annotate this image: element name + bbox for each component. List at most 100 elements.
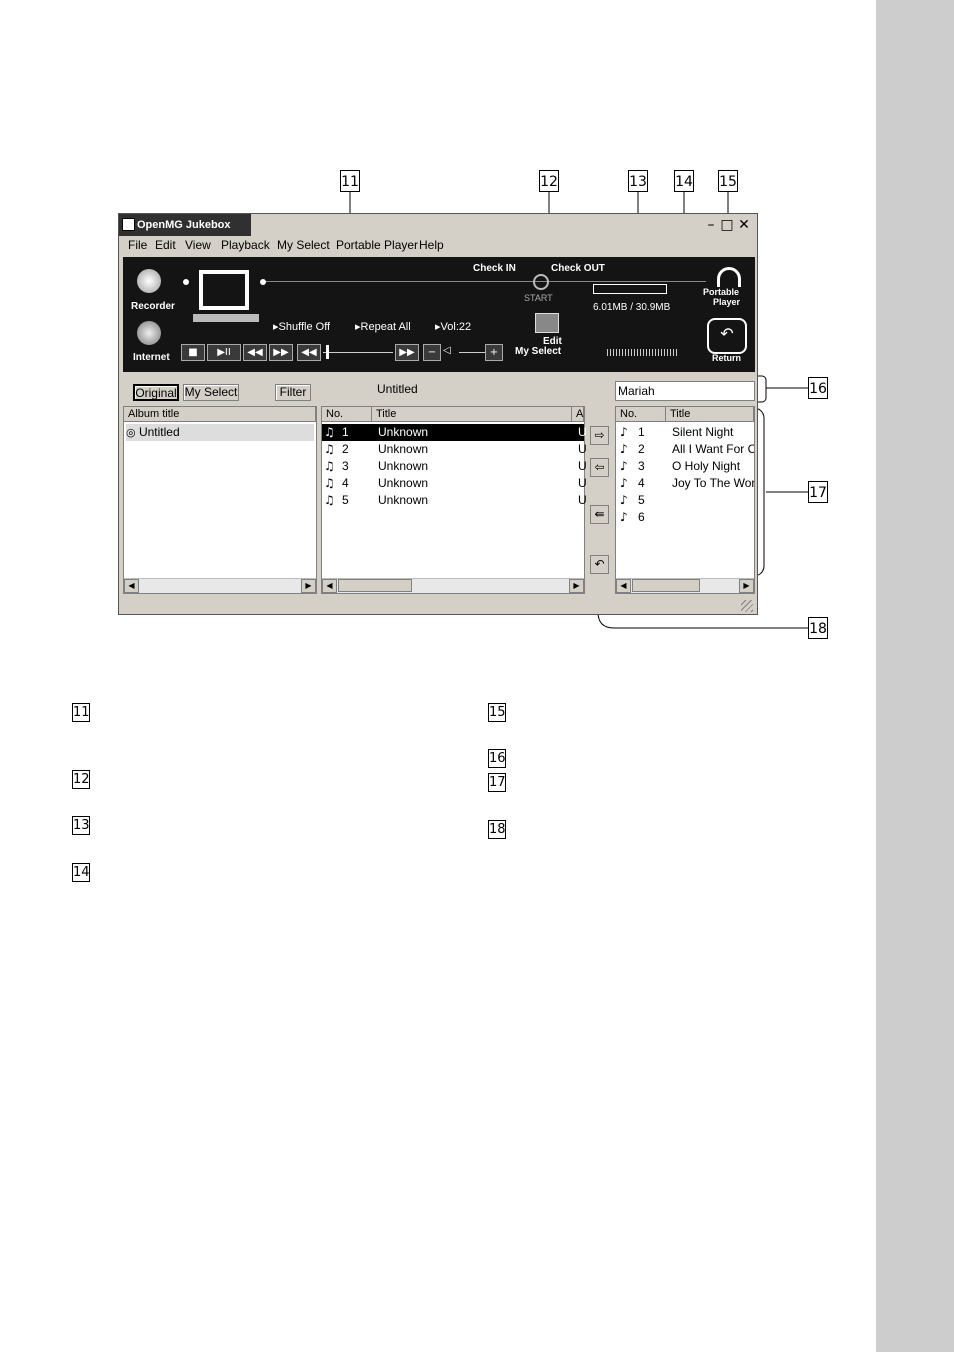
close-button[interactable]: ✕ (736, 217, 752, 233)
list-item[interactable]: ♪ 2 All I Want For C.. (616, 441, 754, 458)
legend-16: 16 (488, 749, 506, 768)
table-row[interactable]: ♫ 4 Unknown U (322, 475, 587, 492)
minimize-button[interactable]: – (703, 217, 719, 233)
menu-view[interactable]: View (185, 238, 211, 252)
portable-no-header[interactable]: No. (616, 407, 666, 422)
album-horizontal-scrollbar[interactable]: ◀ ▶ (124, 578, 316, 593)
quarter-note-icon: ♪ (620, 459, 628, 473)
return-button[interactable]: ↶ (707, 318, 747, 354)
portable-list-panel: No. Title ♪ 1 Silent Night ♪ 2 All I Wan… (615, 406, 755, 594)
menu-playback[interactable]: Playback (221, 238, 270, 252)
menu-my-select[interactable]: My Select (277, 238, 330, 252)
menu-portable-player[interactable]: Portable Player (336, 238, 418, 252)
list-item[interactable]: ♪ 3 O Holy Night (616, 458, 754, 475)
track-title-header[interactable]: Title (372, 407, 572, 422)
previous-track-button[interactable]: ◀◀ (243, 344, 267, 361)
list-item[interactable]: ♪ 5 (616, 492, 754, 509)
volume-slider[interactable] (459, 352, 485, 353)
scroll-left-icon[interactable]: ◀ (124, 579, 139, 593)
track-title: Unknown (378, 476, 429, 490)
internet-globe-icon[interactable] (137, 321, 161, 345)
volume-up-button[interactable]: + (485, 344, 503, 361)
filter-button[interactable]: Filter (275, 384, 311, 401)
list-item[interactable]: ♪ 1 Silent Night (616, 424, 754, 441)
next-track-button[interactable]: ▶▶ (269, 344, 293, 361)
track-artist: U (578, 459, 587, 473)
stop-button[interactable]: ■ (181, 344, 205, 361)
track-artist-header[interactable]: A (572, 407, 584, 422)
rewind-button[interactable]: ◀◀ (297, 344, 321, 361)
portable-title: Silent Night (672, 425, 734, 439)
legend-11: 11 (72, 703, 90, 722)
check-out-button[interactable]: Check OUT (551, 263, 605, 274)
scroll-left-icon[interactable]: ◀ (322, 579, 337, 593)
player-panel: Recorder Internet Check IN Check OUT STA… (123, 257, 755, 372)
seek-slider[interactable] (323, 352, 393, 353)
repeat-label: Repeat All (360, 321, 411, 333)
portable-title-header[interactable]: Title (666, 407, 754, 422)
track-no-header[interactable]: No. (322, 407, 372, 422)
quarter-note-icon: ♪ (620, 493, 628, 507)
track-horizontal-scrollbar[interactable]: ◀ ▶ (322, 578, 584, 593)
scroll-right-icon[interactable]: ▶ (739, 579, 754, 593)
scroll-thumb[interactable] (632, 579, 700, 592)
level-meter (607, 349, 679, 356)
table-row[interactable]: ♫ 3 Unknown U (322, 458, 587, 475)
maximize-button[interactable]: □ (719, 217, 735, 233)
monitor-icon (199, 270, 249, 310)
my-select-tab[interactable]: My Select (183, 384, 239, 401)
fast-forward-button[interactable]: ▶▶ (395, 344, 419, 361)
portable-device-name-field[interactable]: Mariah (615, 381, 755, 401)
album-title-header[interactable]: Album title (124, 407, 316, 422)
track-artist: U (578, 442, 587, 456)
volume-label: Vol:22 (440, 321, 472, 333)
album-list-item[interactable]: ◎ Untitled (126, 424, 314, 441)
window-title: OpenMG Jukebox (137, 219, 231, 231)
portable-horizontal-scrollbar[interactable]: ◀ ▶ (616, 578, 754, 593)
start-button[interactable] (533, 274, 549, 290)
play-pause-button[interactable]: ▶II (207, 344, 241, 361)
repeat-toggle[interactable]: ▸Repeat All (355, 320, 411, 333)
transfer-line (266, 281, 706, 282)
portable-label-line1: Portable (703, 287, 740, 297)
track-no: 4 (342, 476, 349, 490)
quarter-note-icon: ♪ (620, 425, 628, 439)
menu-file[interactable]: File (128, 238, 147, 252)
transfer-left-arrow-icon[interactable]: ⇦ (590, 458, 609, 477)
table-row[interactable]: ♫ 2 Unknown U (322, 441, 587, 458)
transfer-right-arrow-icon[interactable]: ⇨ (590, 426, 609, 445)
transfer-all-left-arrow-icon[interactable]: ⇚ (590, 505, 609, 524)
callout-11: 11 (340, 170, 360, 192)
original-tab[interactable]: Original (133, 384, 179, 401)
portable-no: 2 (638, 442, 645, 456)
menu-help[interactable]: Help (419, 238, 444, 252)
scroll-right-icon[interactable]: ▶ (569, 579, 584, 593)
seek-slider-thumb[interactable] (326, 345, 329, 359)
scroll-thumb[interactable] (338, 579, 412, 592)
list-item[interactable]: ♪ 6 (616, 509, 754, 526)
volume-down-button[interactable]: − (423, 344, 441, 361)
title-bar[interactable]: OpenMG Jukebox – □ ✕ (119, 214, 757, 236)
resize-grip-icon[interactable] (741, 600, 753, 612)
scroll-left-icon[interactable]: ◀ (616, 579, 631, 593)
callout-12: 12 (539, 170, 559, 192)
check-in-button[interactable]: Check IN (473, 263, 516, 274)
headphones-icon[interactable] (717, 267, 741, 287)
portable-title: Joy To The Worl (672, 476, 754, 490)
menu-edit[interactable]: Edit (155, 238, 176, 252)
recorder-label: Recorder (131, 301, 175, 312)
app-grid-icon (122, 218, 135, 231)
my-select-box-icon[interactable] (535, 313, 559, 333)
table-row[interactable]: ♫ 5 Unknown U (322, 492, 587, 509)
edit-my-select-line2[interactable]: My Select (515, 346, 561, 357)
shuffle-toggle[interactable]: ▸Shuffle Off (273, 320, 330, 333)
transfer-button-column: ⇨ ⇦ ⇚ ↶ (587, 420, 613, 590)
recorder-disc-icon[interactable] (137, 269, 161, 293)
undo-icon[interactable]: ↶ (590, 555, 609, 574)
music-note-icon: ♫ (324, 442, 335, 456)
return-label: Return (712, 353, 741, 363)
track-no: 5 (342, 493, 349, 507)
scroll-right-icon[interactable]: ▶ (301, 579, 316, 593)
table-row[interactable]: ♫ 1 Unknown U (322, 424, 587, 441)
list-item[interactable]: ♪ 4 Joy To The Worl (616, 475, 754, 492)
